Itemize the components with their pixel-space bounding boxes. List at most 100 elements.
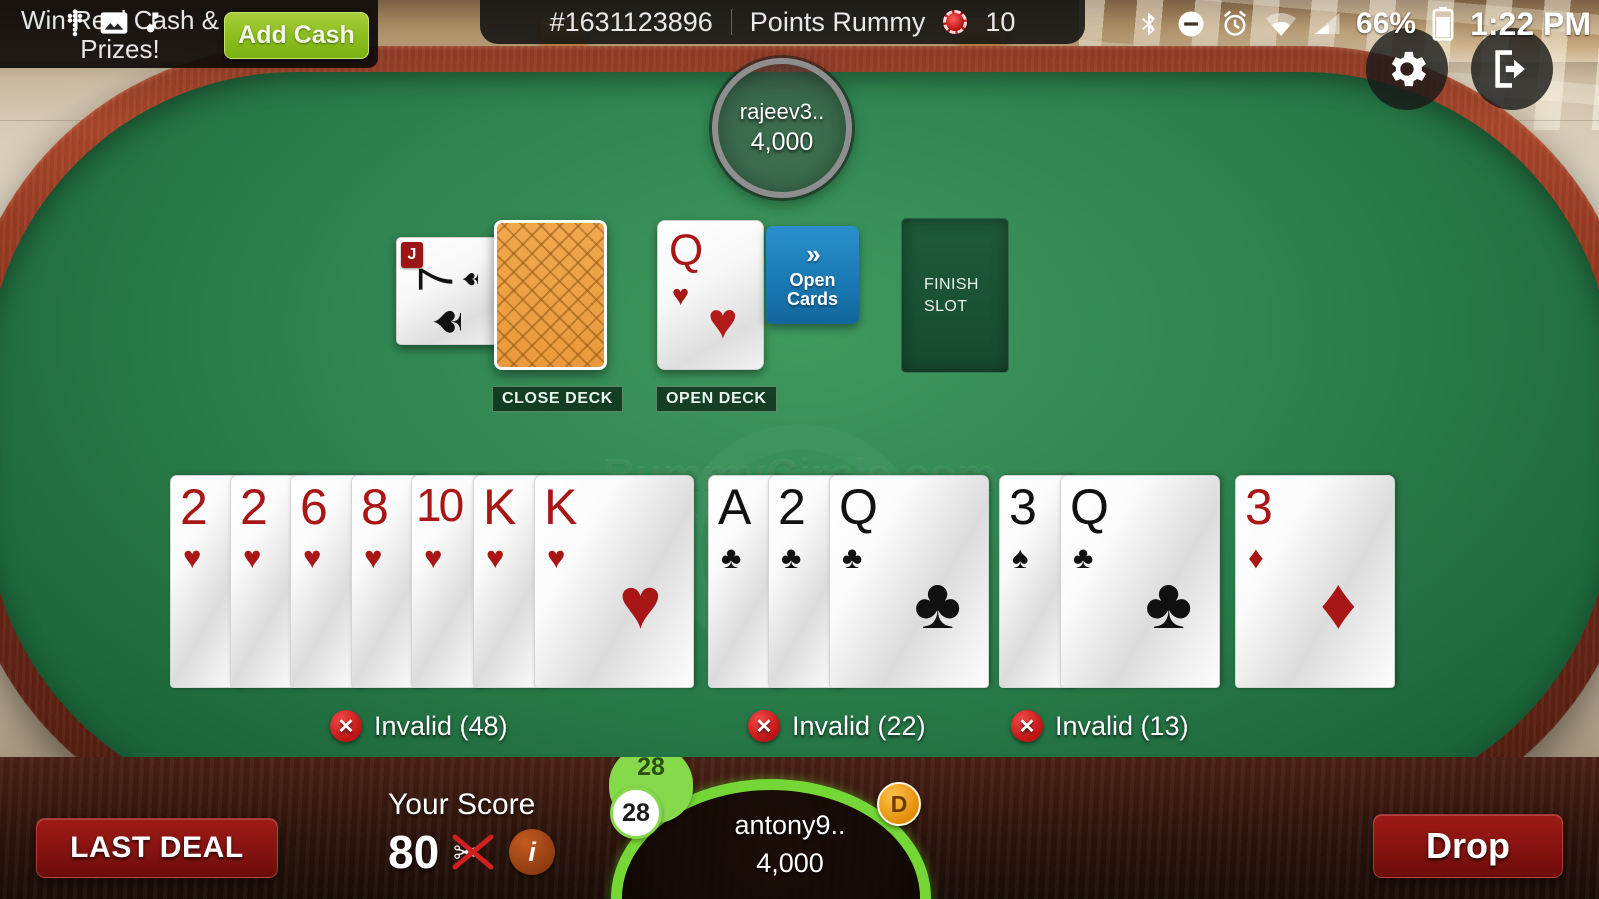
card-rank: 2	[240, 479, 268, 535]
add-cash-button[interactable]: Add Cash	[224, 12, 369, 59]
card-suit: ♦	[1248, 540, 1264, 575]
card-suit: ♣	[842, 540, 863, 575]
dealer-badge-label: D	[890, 790, 908, 817]
card-rank: 10	[416, 479, 464, 531]
hand-card[interactable]: K ♥ ♥	[534, 475, 694, 688]
bottom-bar: Your Score 80 ✂ i antony9.. 4,000 D 28 2…	[0, 757, 1599, 899]
card-suit: ♥	[424, 540, 443, 575]
card-group: 2 ♥ 2 ♥ 6 ♥ 8 ♥ 10 ♥ K ♥ K ♥ ♥	[170, 475, 695, 688]
card-group: A ♣ 2 ♣ Q ♣ ♣	[708, 475, 989, 688]
table-id: #1631123896	[549, 6, 713, 37]
card-suit-large: ♣	[1145, 564, 1193, 644]
hand-card[interactable]: 3 ♦ ♦	[1235, 475, 1395, 688]
card-suit: ♥	[183, 540, 202, 575]
self-player-chips: 4,000	[756, 848, 824, 878]
group-status: ✕ Invalid (22)	[748, 710, 926, 742]
card-suit: ♠	[1012, 540, 1029, 575]
card-suit: ♣	[721, 540, 742, 575]
last-deal-label: LAST DEAL	[70, 831, 244, 864]
finish-slot-line1: FINISH	[924, 275, 979, 293]
card-rank: Q	[839, 479, 878, 535]
invalid-x-icon: ✕	[748, 710, 780, 742]
scissors-slash	[452, 834, 494, 870]
exit-icon	[1495, 50, 1525, 88]
open-deck-suit-small: ♥	[672, 280, 690, 312]
double-chevron-right-icon: »	[806, 239, 821, 270]
card-rank: 2	[180, 479, 208, 535]
image-notification-icon	[100, 12, 128, 34]
opponent-name: rajeev3..	[739, 99, 825, 124]
card-rank: 3	[1245, 479, 1273, 535]
app-notification-icon	[67, 9, 83, 37]
card-suit: ♣	[1073, 540, 1094, 575]
card-suit: ♥	[364, 540, 383, 575]
card-rank: Q	[1070, 479, 1109, 535]
point-value: 10	[985, 6, 1016, 37]
card-rank: 6	[300, 479, 328, 535]
notification-icons	[58, 6, 164, 40]
drop-button[interactable]: Drop	[1373, 814, 1563, 878]
group-status: ✕ Invalid (48)	[330, 710, 508, 742]
drop-label: Drop	[1426, 825, 1510, 866]
music-notification-icon	[146, 12, 159, 33]
wifi-icon	[1264, 10, 1298, 38]
card-rank: A	[718, 479, 752, 535]
close-deck-pile[interactable]	[494, 220, 607, 370]
android-status-bar: 66% 1:22 PM	[1136, 0, 1599, 48]
card-rank: K	[544, 479, 578, 535]
hand-card[interactable]: Q ♣ ♣	[829, 475, 989, 688]
header-divider	[730, 9, 732, 35]
open-cards-label-line1: Open	[789, 270, 836, 291]
card-rank: 8	[361, 479, 389, 535]
group-status-text: Invalid (13)	[1055, 710, 1189, 741]
opponent-chips: 4,000	[750, 128, 814, 156]
group-status: ✕ Invalid (13)	[1011, 710, 1189, 742]
card-group: 3 ♦ ♦	[1235, 475, 1395, 688]
bluetooth-icon	[1136, 7, 1162, 41]
dealer-badge: D	[877, 782, 921, 826]
score-label: Your Score	[388, 788, 536, 821]
battery-percent: 66%	[1356, 7, 1417, 40]
finish-slot[interactable]: FINISH SLOT	[901, 218, 1009, 373]
card-suit: ♥	[486, 540, 505, 575]
open-deck-card[interactable]: Q ♥ ♥	[657, 220, 764, 370]
card-suit-large: ♣	[914, 564, 962, 644]
open-cards-label-line2: Cards	[786, 289, 839, 309]
turn-timer-outer-value: 28	[637, 757, 665, 781]
game-header-pill: #1631123896 Points Rummy 10	[480, 0, 1085, 44]
finish-slot-line2: SLOT	[924, 297, 968, 315]
status-clock: 1:22 PM	[1470, 5, 1591, 42]
card-suit: ♥	[303, 540, 322, 575]
card-rank: 2	[778, 479, 806, 535]
card-suit-large: ♥	[619, 564, 662, 644]
turn-timer-chip: 28	[610, 787, 662, 839]
last-deal-button[interactable]: LAST DEAL	[36, 818, 278, 878]
opponent-avatar[interactable]: rajeev3.. 4,000	[712, 58, 852, 198]
open-deck-suit-large: ♥	[708, 293, 738, 349]
score-value: 80	[388, 826, 440, 878]
game-type: Points Rummy	[749, 6, 926, 37]
do-not-disturb-icon	[1176, 9, 1206, 39]
open-deck-rank: Q	[669, 226, 704, 275]
ad-banner[interactable]: Win Real Cash & Prizes! Add Cash	[0, 0, 378, 68]
cellular-signal-icon	[1312, 10, 1342, 38]
scissors-disabled-icon: ✂	[452, 833, 495, 871]
gear-icon	[1391, 51, 1426, 87]
poker-chip-icon	[943, 10, 968, 34]
group-status-text: Invalid (22)	[792, 710, 926, 741]
info-icon: i	[528, 836, 536, 867]
self-player-name: antony9..	[734, 810, 846, 840]
card-suit: ♣	[781, 540, 802, 575]
card-suit-large: ♦	[1320, 564, 1357, 644]
card-rank: K	[483, 479, 517, 535]
invalid-x-icon: ✕	[330, 710, 362, 742]
player-hand: 2 ♥ 2 ♥ 6 ♥ 8 ♥ 10 ♥ K ♥ K ♥ ♥ A ♣ 2 ♣ Q…	[0, 475, 1599, 690]
group-status-text: Invalid (48)	[374, 710, 508, 741]
card-suit: ♥	[547, 540, 566, 575]
card-rank: 3	[1009, 479, 1037, 535]
hand-card[interactable]: Q ♣ ♣	[1060, 475, 1220, 688]
info-button[interactable]: i	[509, 829, 556, 875]
open-cards-button[interactable]: » Open Cards	[766, 226, 859, 324]
turn-timer-inner-value: 28	[622, 798, 650, 827]
alarm-icon	[1220, 9, 1250, 39]
